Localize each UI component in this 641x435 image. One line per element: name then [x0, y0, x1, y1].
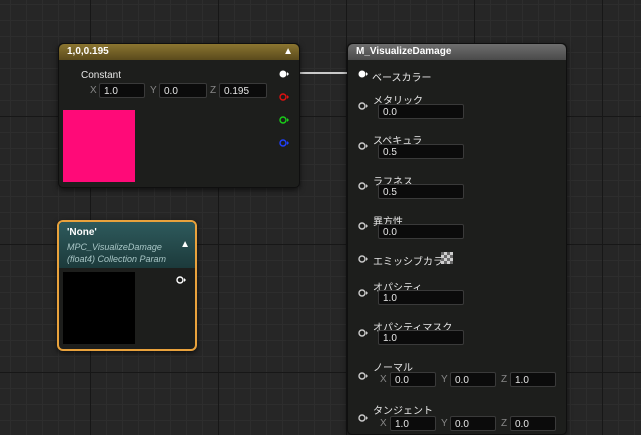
input-pin-anisotropy-icon[interactable] [358, 222, 368, 230]
input-pin-normal-icon[interactable] [358, 372, 368, 380]
input-pin-base-color-icon[interactable] [358, 70, 368, 78]
preview-thumbnail [63, 272, 135, 344]
y-axis-label: Y [150, 85, 157, 96]
x-axis-label: X [90, 85, 97, 96]
normal-z-field[interactable]: 1.0 [510, 372, 556, 387]
node-subtitle-type: (float4) Collection Param [67, 254, 167, 264]
tangent-y-field[interactable]: 0.0 [450, 416, 496, 431]
tangent-x-axis-label: X [380, 418, 387, 429]
output-pin-icon[interactable] [176, 276, 186, 284]
input-pin-emissive-color-icon[interactable] [358, 255, 368, 263]
constant3vector-node[interactable]: 1,0,0.195 ▲ Constant X 1.0 Y 0.0 Z 0.195 [58, 43, 300, 188]
normal-x-field[interactable]: 0.0 [390, 372, 436, 387]
collapse-chevron-icon[interactable]: ▲ [180, 239, 190, 250]
emissive-color-swatch[interactable] [441, 252, 453, 264]
x-value-field[interactable]: 1.0 [99, 83, 145, 98]
output-pin-rgb-icon[interactable] [279, 70, 289, 78]
constant-label: Constant [81, 70, 122, 81]
metallic-value-field[interactable]: 0.0 [378, 104, 464, 119]
tangent-z-axis-label: Z [501, 418, 508, 429]
z-value-field[interactable]: 0.195 [219, 83, 267, 98]
tangent-z-field[interactable]: 0.0 [510, 416, 556, 431]
tangent-x-field[interactable]: 1.0 [390, 416, 436, 431]
material-result-node[interactable]: M_VisualizeDamage ベースカラー メタリック 0.0 スペキュラ… [347, 43, 567, 435]
collection-node-header[interactable]: 'None' MPC_VisualizeDamage (float4) Coll… [59, 222, 195, 268]
node-title: M_VisualizeDamage [356, 46, 452, 57]
input-pin-specular-icon[interactable] [358, 142, 368, 150]
anisotropy-value-field[interactable]: 0.0 [378, 224, 464, 239]
collection-parameter-node[interactable]: 'None' MPC_VisualizeDamage (float4) Coll… [57, 220, 197, 351]
roughness-value-field[interactable]: 0.5 [378, 184, 464, 199]
normal-y-axis-label: Y [441, 374, 448, 385]
input-pin-roughness-icon[interactable] [358, 182, 368, 190]
node-header[interactable]: 1,0,0.195 ▲ [59, 44, 299, 60]
input-pin-opacity-mask-icon[interactable] [358, 329, 368, 337]
input-pin-opacity-icon[interactable] [358, 289, 368, 297]
output-pin-r-icon[interactable] [279, 93, 289, 101]
output-pin-b-icon[interactable] [279, 139, 289, 147]
opacity-value-field[interactable]: 1.0 [378, 290, 464, 305]
tangent-y-axis-label: Y [441, 418, 448, 429]
opacity-mask-value-field[interactable]: 1.0 [378, 330, 464, 345]
normal-z-axis-label: Z [501, 374, 508, 385]
normal-x-axis-label: X [380, 374, 387, 385]
z-axis-label: Z [210, 85, 217, 96]
specular-value-field[interactable]: 0.5 [378, 144, 464, 159]
normal-y-field[interactable]: 0.0 [450, 372, 496, 387]
y-value-field[interactable]: 0.0 [159, 83, 207, 98]
pin-label-base-color: ベースカラー [372, 73, 432, 84]
output-pin-g-icon[interactable] [279, 116, 289, 124]
node-title: 'None' [67, 227, 97, 238]
collapse-chevron-icon[interactable]: ▲ [283, 44, 293, 60]
input-pin-metallic-icon[interactable] [358, 102, 368, 110]
node-header[interactable]: M_VisualizeDamage [348, 44, 566, 60]
color-preview-swatch [63, 110, 135, 182]
pin-label-tangent: タンジェント [373, 406, 433, 417]
node-subtitle-name: MPC_VisualizeDamage [67, 242, 162, 252]
node-title: 1,0,0.195 [67, 46, 109, 57]
